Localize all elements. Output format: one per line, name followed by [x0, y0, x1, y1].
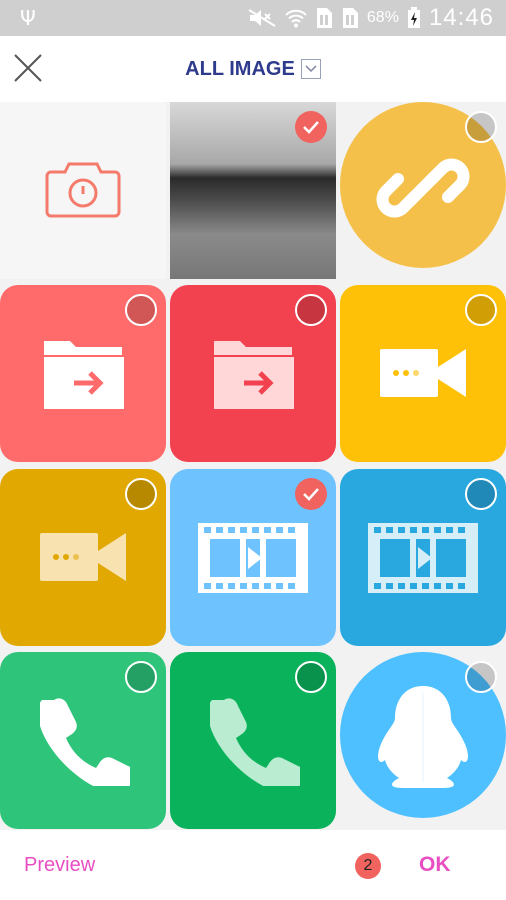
ok-button[interactable]: OK [419, 853, 451, 877]
unselected-check-icon[interactable] [295, 661, 327, 693]
bottom-bar: Preview 2 OK [0, 830, 506, 900]
phone-tile-1[interactable] [0, 652, 166, 829]
film-tile-1[interactable] [170, 469, 336, 646]
link-icon [376, 158, 470, 218]
status-bar-right: 68% 14:46 [247, 0, 494, 36]
selected-check-icon[interactable] [295, 478, 327, 510]
page-title[interactable]: ALL IMAGE [185, 58, 295, 81]
link-app-tile[interactable] [340, 102, 506, 279]
penguin-icon [378, 686, 468, 788]
unselected-check-icon[interactable] [465, 294, 497, 326]
usb-icon: Ψ [20, 6, 36, 30]
camera-icon [45, 162, 121, 218]
video-call-tile-1[interactable] [340, 285, 506, 462]
mute-icon [248, 9, 276, 27]
chevron-down-icon[interactable] [300, 59, 321, 79]
film-icon [198, 523, 308, 593]
video-camera-icon [40, 533, 126, 581]
unselected-check-icon[interactable] [125, 294, 157, 326]
top-bar: ALL IMAGE [0, 36, 506, 102]
unselected-check-icon[interactable] [465, 111, 497, 143]
sim1-icon [316, 8, 332, 28]
phone-icon [210, 698, 300, 786]
folder-share-tile-2[interactable] [170, 285, 336, 462]
charging-icon [407, 7, 420, 28]
wifi-icon [285, 9, 307, 28]
unselected-check-icon[interactable] [125, 661, 157, 693]
penguin-tile[interactable] [340, 652, 506, 829]
folder-arrow-icon [44, 341, 124, 409]
sim2-icon [342, 8, 358, 28]
phone-tile-2[interactable] [170, 652, 336, 829]
unselected-check-icon[interactable] [465, 478, 497, 510]
selected-check-icon[interactable] [295, 111, 327, 143]
photo-tile[interactable] [170, 102, 336, 279]
film-tile-2[interactable] [340, 469, 506, 646]
album-selector[interactable]: ALL IMAGE [0, 36, 506, 102]
preview-button[interactable]: Preview [24, 854, 95, 877]
film-icon [368, 523, 478, 593]
battery-percent: 68% [366, 9, 399, 26]
clock: 14:46 [428, 4, 494, 31]
video-camera-icon [380, 349, 466, 397]
unselected-check-icon[interactable] [295, 294, 327, 326]
folder-share-tile-1[interactable] [0, 285, 166, 462]
unselected-check-icon[interactable] [465, 661, 497, 693]
video-call-tile-2[interactable] [0, 469, 166, 646]
phone-icon [40, 698, 130, 786]
selected-count-badge: 2 [355, 853, 381, 879]
folder-arrow-icon [214, 341, 294, 409]
camera-tile[interactable] [0, 102, 166, 279]
status-bar: Ψ 68% 14:46 [0, 0, 506, 36]
image-grid [0, 102, 506, 830]
unselected-check-icon[interactable] [125, 478, 157, 510]
